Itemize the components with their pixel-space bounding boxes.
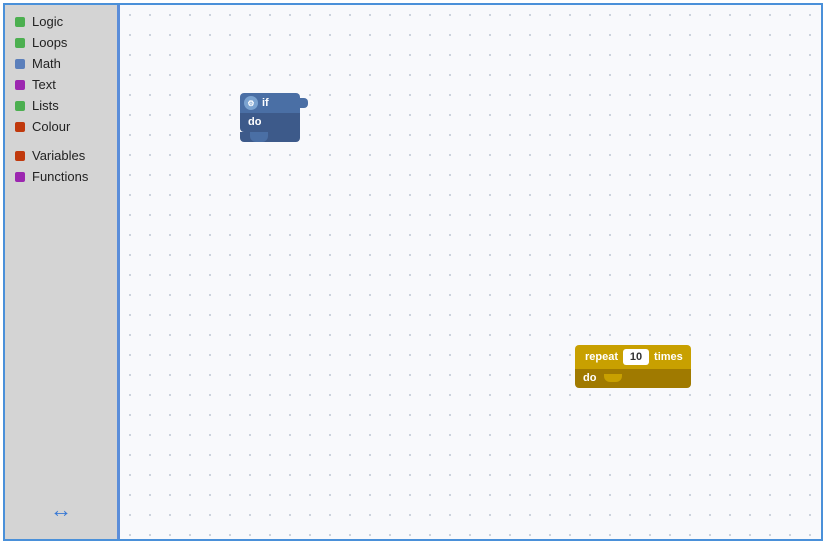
lists-color-dot <box>15 101 25 111</box>
sidebar-item-text[interactable]: Text <box>5 74 117 95</box>
math-color-dot <box>15 59 25 69</box>
logic-color-dot <box>15 17 25 27</box>
sidebar-item-label: Logic <box>32 14 63 29</box>
repeat-count-input[interactable] <box>623 349 649 365</box>
sidebar-item-label: Math <box>32 56 61 71</box>
sidebar-item-loops[interactable]: Loops <box>5 32 117 53</box>
sidebar-item-label: Loops <box>32 35 67 50</box>
text-color-dot <box>15 80 25 90</box>
times-label: times <box>654 351 683 363</box>
sidebar-item-logic[interactable]: Logic <box>5 11 117 32</box>
sidebar-item-functions[interactable]: Functions <box>5 166 117 187</box>
if-do-label: do <box>248 116 261 128</box>
sidebar-item-label: Variables <box>32 148 85 163</box>
sidebar-item-label: Functions <box>32 169 88 184</box>
gear-icon[interactable]: ⚙ <box>244 96 258 110</box>
if-label: if <box>262 97 269 109</box>
sidebar-item-lists[interactable]: Lists <box>5 95 117 116</box>
repeat-notch <box>604 374 622 382</box>
sidebar-item-label: Text <box>32 77 56 92</box>
sidebar-item-label: Lists <box>32 98 59 113</box>
repeat-label: repeat <box>585 351 618 363</box>
colour-color-dot <box>15 122 25 132</box>
sidebar-item-math[interactable]: Math <box>5 53 117 74</box>
repeat-block[interactable]: repeat times do <box>575 345 691 388</box>
functions-color-dot <box>15 172 25 182</box>
variables-color-dot <box>15 151 25 161</box>
sidebar-item-label: Colour <box>32 119 70 134</box>
block-canvas[interactable]: ⚙ if do repeat <box>120 5 821 539</box>
sidebar: Logic Loops Math Text Lists Colour Varia… <box>5 5 120 539</box>
if-do-row: do <box>240 113 300 132</box>
repeat-do-label: do <box>583 372 596 384</box>
sidebar-divider <box>5 137 117 145</box>
if-right-connector <box>298 98 308 108</box>
repeat-do-row: do <box>575 369 691 388</box>
main-window: Logic Loops Math Text Lists Colour Varia… <box>3 3 823 541</box>
repeat-top-row: repeat times <box>575 345 691 369</box>
if-top-row[interactable]: ⚙ if <box>240 93 300 113</box>
sidebar-item-colour[interactable]: Colour <box>5 116 117 137</box>
sidebar-resize-handle[interactable]: ↔ <box>50 497 72 523</box>
loops-color-dot <box>15 38 25 48</box>
sidebar-item-variables[interactable]: Variables <box>5 145 117 166</box>
if-block[interactable]: ⚙ if do <box>240 93 300 142</box>
